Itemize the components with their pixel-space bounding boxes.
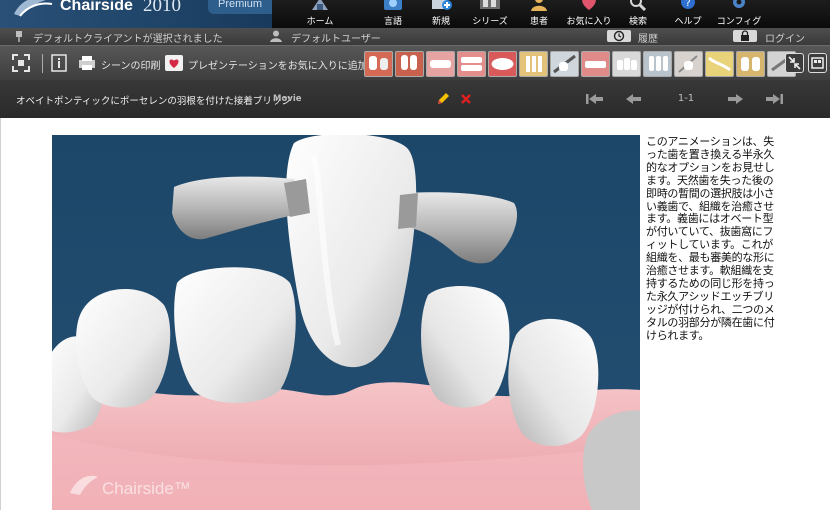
scene-illustration[interactable]: Chairside™ [52, 135, 640, 510]
tooth-thumbnail-icon [585, 61, 606, 68]
info-icon[interactable] [50, 54, 68, 72]
help-icon: ? [681, 0, 695, 9]
layout-button[interactable] [808, 53, 827, 73]
logo-name: Chairside [60, 0, 133, 14]
pencil-icon[interactable] [436, 92, 450, 106]
nav-config-label: コンフィグ [716, 17, 762, 27]
tooth-thumbnail-icon [430, 60, 451, 68]
fullscreen-icon[interactable] [12, 54, 30, 72]
layout-icon [811, 57, 824, 69]
config-icon [733, 0, 745, 8]
pin-icon [16, 31, 22, 42]
exit-fullscreen-button[interactable] [785, 53, 804, 73]
tooth-thumbnail-icon [526, 56, 542, 72]
nav-home-label: ホーム [306, 17, 334, 27]
tooth-thumbnail-icon [369, 56, 388, 70]
thumbnail-6[interactable] [519, 51, 548, 77]
heart-icon[interactable] [165, 54, 183, 72]
language-icon [384, 0, 402, 10]
thumbnail-12[interactable] [705, 51, 734, 77]
top-navigation-bar: Chairside 2010 Premium ホーム 言語 新規 シリーズ 患者… [0, 0, 830, 28]
last-scene-icon[interactable] [763, 92, 785, 106]
scene-title-bar: オベイトポンティックにポーセレンの羽根を付けた接着ブリッジ Movie 1-1 [0, 80, 830, 118]
tooth-thumbnail-icon [617, 58, 637, 70]
login-button[interactable] [733, 30, 757, 42]
chairside-logo-icon [14, 0, 53, 17]
nav-help-button[interactable]: ? ヘルプ [659, 0, 717, 28]
user-status-text: デフォルトユーザー [291, 34, 381, 45]
tooth-thumbnail-icon [401, 55, 417, 70]
user-icon [270, 30, 282, 42]
print-scene-label[interactable]: シーンの印刷 [101, 57, 161, 72]
main-navigation: ホーム 言語 新規 シリーズ 患者 お気に入り 検索 ? ヘルプ コンフィグ [284, 0, 784, 28]
nav-home-button[interactable]: ホーム [291, 0, 349, 28]
dental-bridge-illustration: Chairside™ [52, 135, 640, 510]
lock-icon [741, 30, 749, 41]
delete-icon[interactable] [460, 92, 472, 106]
search-icon [630, 0, 647, 11]
scene-pager: 1-1 [677, 93, 695, 104]
scene-title: オベイトポンティックにポーセレンの羽根を付けた接着ブリッジ [16, 96, 291, 107]
tooth-thumbnail-icon [461, 57, 482, 71]
history-button[interactable] [607, 30, 631, 42]
tooth-thumbnail-icon [649, 56, 668, 71]
printer-icon[interactable] [78, 54, 96, 72]
client-status-text: デフォルトクライアントが選択されました [33, 34, 223, 45]
thumbnail-3[interactable] [426, 51, 455, 77]
previous-scene-icon[interactable] [623, 92, 645, 106]
tooth-thumbnail-icon [708, 56, 731, 72]
toolbar-divider [42, 54, 43, 73]
logo-year: 2010 [143, 0, 181, 16]
status-bar: デフォルトクライアントが選択されました デフォルトユーザー 履歴 ログイン [0, 28, 830, 45]
add-presentation-favorite-label[interactable]: プレゼンテーションをお気に入りに追加 [188, 57, 368, 72]
thumbnail-9[interactable] [612, 51, 641, 77]
logo-edition-tag: Premium [208, 0, 272, 14]
tooth-thumbnail-icon [741, 57, 760, 71]
favorites-icon [582, 0, 596, 10]
tooth-thumbnail-icon [553, 54, 576, 74]
scene-description: このアニメーションは、失った歯を置き換える半永久的なオプションをお見せします。天… [646, 136, 775, 342]
svg-text:?: ? [685, 0, 690, 9]
watermark-text: Chairside™ [102, 479, 191, 498]
thumbnail-8[interactable] [581, 51, 610, 77]
tooth-thumbnail-icon [491, 58, 514, 70]
next-scene-icon[interactable] [724, 92, 746, 106]
thumbnail-5[interactable] [488, 51, 517, 77]
series-icon [480, 0, 500, 9]
thumbnail-4[interactable] [457, 51, 486, 77]
history-label[interactable]: 履歴 [638, 30, 658, 45]
patient-icon [531, 0, 547, 11]
home-icon [312, 0, 328, 10]
thumbnail-13[interactable] [736, 51, 765, 77]
scene-toolbar: シーンの印刷 プレゼンテーションをお気に入りに追加 [0, 45, 830, 80]
thumbnail-11[interactable] [674, 51, 703, 77]
thumbnail-2[interactable] [395, 51, 424, 77]
nav-config-button[interactable]: コンフィグ [710, 0, 768, 28]
thumbnail-10[interactable] [643, 51, 672, 77]
tooth-thumbnail-icon [678, 55, 698, 73]
shrink-icon [788, 56, 801, 70]
app-logo: Chairside 2010 Premium [0, 0, 272, 28]
scene-type-tag: Movie [273, 94, 302, 104]
nav-help-label: ヘルプ [674, 17, 702, 27]
login-label[interactable]: ログイン [765, 30, 805, 45]
clock-icon [613, 30, 625, 42]
thumbnail-7[interactable] [550, 51, 579, 77]
thumbnail-1[interactable] [364, 51, 393, 77]
first-scene-icon[interactable] [584, 92, 606, 106]
new-icon [432, 0, 452, 10]
